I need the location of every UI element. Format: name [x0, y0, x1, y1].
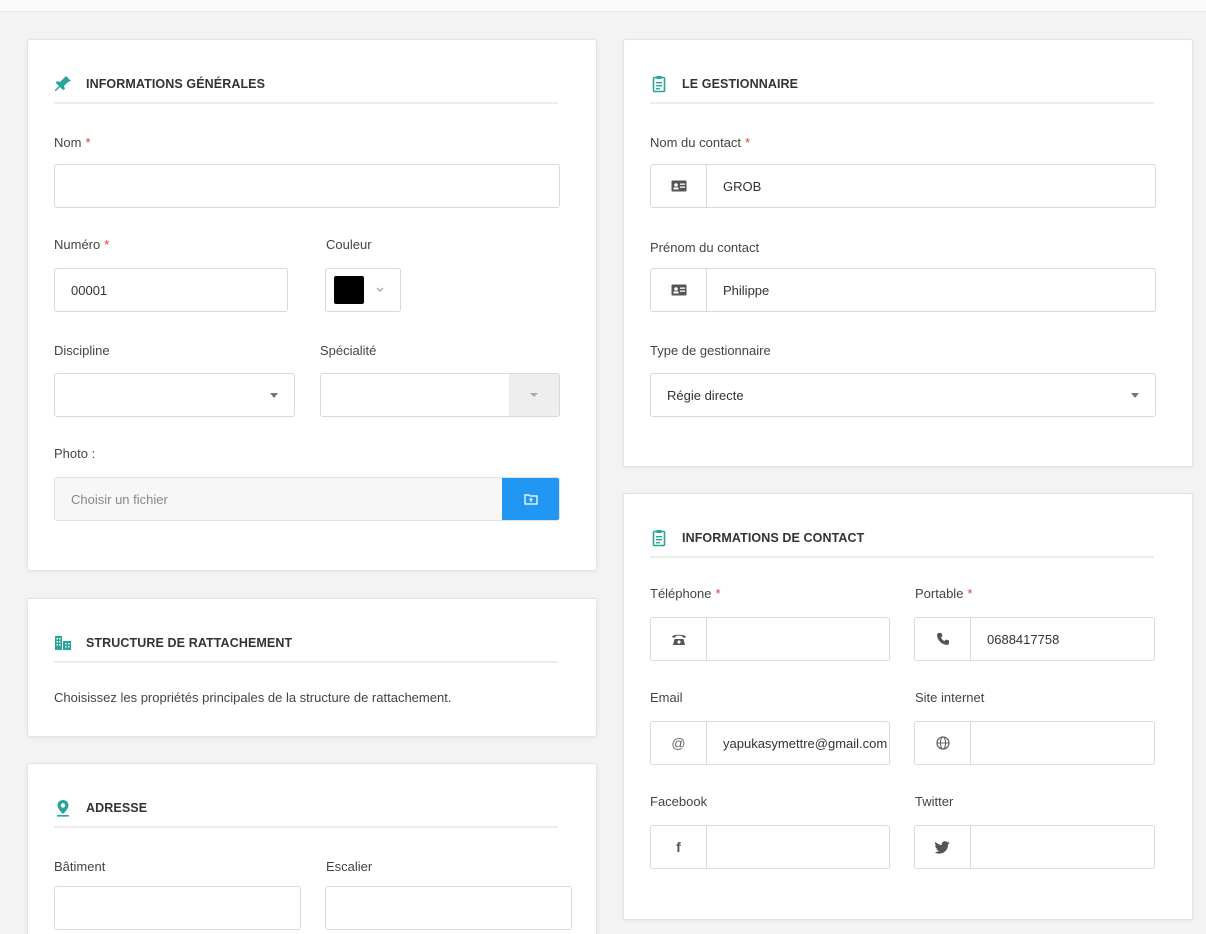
structure-header: STRUCTURE DE RATTACHEMENT: [54, 625, 558, 663]
caret-down-icon: [270, 393, 278, 398]
telephone-input[interactable]: [650, 617, 890, 661]
photo-upload-button[interactable]: [502, 478, 559, 520]
site-input[interactable]: [914, 721, 1155, 765]
telephone-icon: [651, 618, 707, 660]
top-bar: [0, 0, 1206, 12]
general-info-title: INFORMATIONS GÉNÉRALES: [86, 77, 266, 91]
gestionnaire-title: LE GESTIONNAIRE: [682, 77, 799, 91]
type-gestionnaire-select[interactable]: Régie directe: [650, 373, 1156, 417]
twitter-icon: [915, 826, 971, 868]
escalier-label: Escalier: [326, 859, 373, 874]
discipline-label: Discipline: [54, 343, 110, 358]
contact-prenom-label: Prénom du contact: [650, 240, 760, 255]
contact-info-header: INFORMATIONS DE CONTACT: [650, 520, 1154, 558]
structure-title: STRUCTURE DE RATTACHEMENT: [86, 636, 293, 650]
caret-down-icon: [1131, 393, 1139, 398]
id-card-icon: [651, 165, 707, 207]
email-input[interactable]: @ yapukasymettre@gmail.com: [650, 721, 890, 765]
discipline-select[interactable]: [54, 373, 295, 417]
contact-nom-label: Nom du contact *: [650, 135, 751, 150]
structure-description: Choisissez les propriétés principales de…: [54, 690, 452, 705]
facebook-input[interactable]: f: [650, 825, 890, 869]
numero-input[interactable]: 00001: [54, 268, 288, 312]
general-info-header: INFORMATIONS GÉNÉRALES: [54, 66, 558, 104]
color-picker[interactable]: [325, 268, 401, 312]
portable-label: Portable *: [915, 586, 973, 601]
email-label: Email: [650, 690, 683, 705]
color-swatch: [334, 276, 364, 304]
id-card-icon: [651, 269, 707, 311]
at-sign-icon: @: [651, 722, 707, 764]
contact-prenom-input[interactable]: Philippe: [650, 268, 1156, 312]
twitter-label: Twitter: [915, 794, 954, 809]
phone-icon: [915, 618, 971, 660]
clipboard-icon: [650, 75, 668, 93]
nom-label: Nom *: [54, 135, 91, 150]
facebook-icon: f: [651, 826, 707, 868]
facebook-label: Facebook: [650, 794, 708, 809]
specialite-label: Spécialité: [320, 343, 377, 358]
contact-info-card: INFORMATIONS DE CONTACT Téléphone * Porta…: [623, 493, 1193, 920]
batiment-input[interactable]: [54, 886, 301, 930]
nom-input[interactable]: [54, 164, 560, 208]
contact-info-title: INFORMATIONS DE CONTACT: [682, 531, 865, 545]
general-info-card: INFORMATIONS GÉNÉRALES Nom * Numéro * 0000…: [27, 39, 597, 571]
contact-nom-input[interactable]: GROB: [650, 164, 1156, 208]
globe-icon: [915, 722, 971, 764]
portable-input[interactable]: 0688417758: [914, 617, 1155, 661]
gestionnaire-header: LE GESTIONNAIRE: [650, 66, 1154, 104]
adresse-card: ADRESSE Bâtiment Escalier: [27, 763, 597, 934]
chevron-down-icon: [375, 286, 385, 294]
gestionnaire-card: LE GESTIONNAIRE Nom du contact * GROB Pré…: [623, 39, 1193, 467]
map-marker-icon: [54, 799, 72, 817]
specialite-select[interactable]: [320, 373, 560, 417]
clipboard-icon: [650, 529, 668, 547]
photo-label: Photo :: [54, 446, 96, 461]
specialite-select-button[interactable]: [509, 374, 559, 416]
buildings-icon: [54, 634, 72, 652]
batiment-label: Bâtiment: [54, 859, 106, 874]
adresse-title: ADRESSE: [86, 801, 148, 815]
pin-icon: [54, 75, 72, 93]
caret-down-icon: [530, 393, 538, 397]
telephone-label: Téléphone *: [650, 586, 721, 601]
folder-upload-icon: [524, 494, 538, 505]
escalier-input[interactable]: [325, 886, 572, 930]
adresse-header: ADRESSE: [54, 790, 558, 828]
photo-file-input[interactable]: Choisir un fichier: [54, 477, 560, 521]
couleur-label: Couleur: [326, 237, 372, 252]
type-gestionnaire-label: Type de gestionnaire: [650, 343, 771, 358]
numero-label: Numéro *: [54, 237, 110, 252]
structure-card: STRUCTURE DE RATTACHEMENT Choisissez les…: [27, 598, 597, 737]
twitter-input[interactable]: [914, 825, 1155, 869]
site-label: Site internet: [915, 690, 985, 705]
